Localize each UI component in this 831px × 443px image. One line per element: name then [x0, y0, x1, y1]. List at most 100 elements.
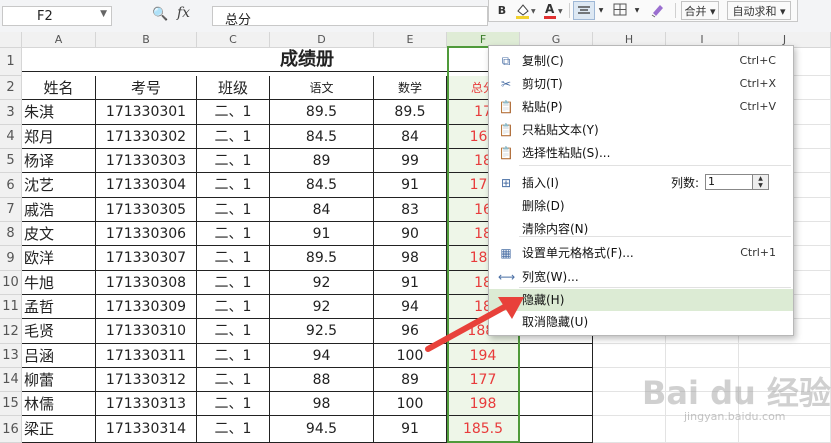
table-cell[interactable]: 89 — [374, 368, 447, 392]
empty-cell[interactable] — [739, 344, 831, 368]
empty-cell[interactable] — [593, 344, 666, 368]
column-header-d[interactable]: D — [270, 32, 374, 48]
menu-item-10[interactable]: 隐藏(H) — [489, 289, 793, 311]
table-cell[interactable]: 89 — [270, 149, 374, 173]
table-cell[interactable]: 194 — [447, 344, 520, 368]
header-cell[interactable]: 考号 — [96, 76, 197, 100]
table-cell[interactable]: 92.5 — [270, 319, 374, 344]
table-cell[interactable]: 91 — [374, 173, 447, 198]
table-cell[interactable]: 牛旭 — [22, 271, 96, 295]
table-cell[interactable]: 171330306 — [96, 222, 197, 246]
table-cell[interactable]: 100 — [374, 344, 447, 368]
table-cell[interactable]: 二、1 — [197, 368, 270, 392]
row-header-8[interactable]: 8 — [0, 222, 22, 246]
column-header-a[interactable]: A — [22, 32, 96, 48]
zoom-icon[interactable]: 🔍 — [152, 7, 168, 22]
name-box[interactable]: F2 ▼ — [2, 6, 112, 26]
table-cell[interactable]: 二、1 — [197, 173, 270, 198]
header-cell[interactable]: 数学 — [374, 76, 447, 100]
autosum-button[interactable]: 自动求和 ▾ — [727, 1, 791, 20]
table-cell[interactable]: 171330307 — [96, 246, 197, 271]
column-count-stepper[interactable]: ▲ ▼ — [753, 174, 769, 190]
table-cell[interactable]: 171330308 — [96, 271, 197, 295]
menu-item-2[interactable]: 📋 粘贴(P) Ctrl+V — [489, 96, 793, 118]
bold-button[interactable]: B — [495, 1, 509, 20]
row-header-13[interactable]: 13 — [0, 344, 22, 368]
table-cell[interactable]: 沈艺 — [22, 173, 96, 198]
table-cell[interactable]: 94 — [374, 295, 447, 319]
table-cell[interactable]: 孟哲 — [22, 295, 96, 319]
menu-item-0[interactable]: ⧉ 复制(C) Ctrl+C — [489, 50, 793, 72]
table-cell[interactable]: 98 — [374, 246, 447, 271]
table-cell[interactable]: 96 — [374, 319, 447, 344]
table-cell[interactable]: 99 — [374, 149, 447, 173]
table-cell[interactable]: 171330304 — [96, 173, 197, 198]
table-cell[interactable]: 171330312 — [96, 368, 197, 392]
table-cell[interactable]: 91 — [374, 416, 447, 443]
borders-icon[interactable] — [609, 1, 631, 20]
empty-cell[interactable] — [593, 416, 666, 443]
table-cell[interactable]: 梁正 — [22, 416, 96, 443]
table-cell[interactable]: 89.5 — [270, 100, 374, 125]
table-cell[interactable]: 二、1 — [197, 392, 270, 416]
chevron-down-icon[interactable]: ▼ — [100, 9, 107, 19]
row-header-6[interactable]: 6 — [0, 173, 22, 198]
table-cell[interactable]: 90 — [374, 222, 447, 246]
table-cell[interactable]: 100 — [374, 392, 447, 416]
empty-cell[interactable] — [666, 344, 739, 368]
menu-item-3[interactable]: 📋 只粘贴文本(Y) — [489, 119, 793, 141]
table-cell[interactable]: 二、1 — [197, 319, 270, 344]
table-cell[interactable]: 二、1 — [197, 125, 270, 149]
table-cell[interactable]: 83 — [374, 198, 447, 222]
table-cell[interactable]: 84.5 — [270, 125, 374, 149]
row-header-5[interactable]: 5 — [0, 149, 22, 173]
table-cell[interactable]: 杨译 — [22, 149, 96, 173]
table-cell[interactable]: 171330302 — [96, 125, 197, 149]
table-cell[interactable]: 二、1 — [197, 222, 270, 246]
row-header-14[interactable]: 14 — [0, 368, 22, 392]
table-cell[interactable]: 91 — [374, 271, 447, 295]
header-cell[interactable]: 班级 — [197, 76, 270, 100]
fill-color-icon[interactable]: ▼ — [513, 1, 537, 20]
table-cell[interactable]: 柳蕾 — [22, 368, 96, 392]
table-cell[interactable]: 171330311 — [96, 344, 197, 368]
table-cell[interactable]: 二、1 — [197, 416, 270, 443]
select-all-corner[interactable] — [0, 32, 22, 48]
empty-cell[interactable] — [520, 392, 593, 416]
chevron-down-icon[interactable]: ▼ — [597, 1, 605, 20]
row-header-3[interactable]: 3 — [0, 100, 22, 125]
menu-item-1[interactable]: ✂ 剪切(T) Ctrl+X — [489, 73, 793, 95]
table-cell[interactable]: 171330303 — [96, 149, 197, 173]
table-cell[interactable]: 吕涵 — [22, 344, 96, 368]
menu-item-6[interactable]: 删除(D) — [489, 195, 793, 217]
font-color-icon[interactable]: A ▼ — [541, 1, 565, 20]
table-cell[interactable]: 二、1 — [197, 246, 270, 271]
row-header-1[interactable]: 1 — [0, 48, 22, 76]
row-header-11[interactable]: 11 — [0, 295, 22, 319]
table-cell[interactable]: 92 — [270, 271, 374, 295]
table-cell[interactable]: 171330310 — [96, 319, 197, 344]
table-cell[interactable]: 朱淇 — [22, 100, 96, 125]
table-cell[interactable]: 二、1 — [197, 344, 270, 368]
table-cell[interactable]: 84.5 — [270, 173, 374, 198]
table-cell[interactable]: 郑月 — [22, 125, 96, 149]
column-count-input[interactable]: 1 — [705, 174, 753, 190]
menu-item-8[interactable]: ▦ 设置单元格格式(F)... Ctrl+1 — [489, 242, 793, 264]
table-cell[interactable]: 171330314 — [96, 416, 197, 443]
table-cell[interactable]: 94.5 — [270, 416, 374, 443]
align-icon[interactable] — [573, 1, 595, 20]
table-cell[interactable]: 89.5 — [270, 246, 374, 271]
table-cell[interactable]: 二、1 — [197, 295, 270, 319]
column-header-e[interactable]: E — [374, 32, 447, 48]
row-header-4[interactable]: 4 — [0, 125, 22, 149]
row-header-9[interactable]: 9 — [0, 246, 22, 271]
table-cell[interactable]: 二、1 — [197, 271, 270, 295]
table-cell[interactable]: 毛贤 — [22, 319, 96, 344]
table-cell[interactable]: 171330301 — [96, 100, 197, 125]
table-cell[interactable]: 皮文 — [22, 222, 96, 246]
row-header-16[interactable]: 16 — [0, 416, 22, 443]
row-header-15[interactable]: 15 — [0, 392, 22, 416]
header-cell[interactable]: 姓名 — [22, 76, 96, 100]
empty-cell[interactable] — [520, 368, 593, 392]
row-header-2[interactable]: 2 — [0, 76, 22, 100]
